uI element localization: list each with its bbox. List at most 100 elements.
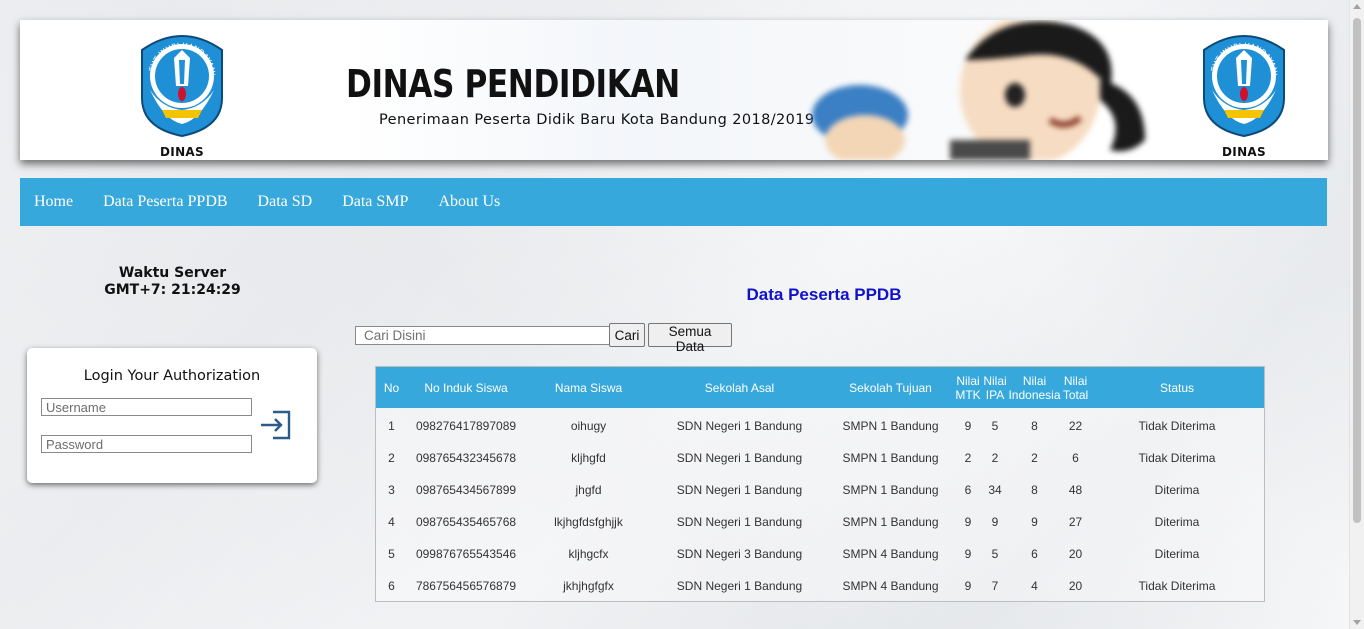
cell-tujuan: SMPN 1 Bandung	[842, 515, 939, 529]
cell-ipa: 34	[988, 483, 1002, 497]
col-header-nis[interactable]: No Induk Siswa	[407, 367, 525, 408]
cell-tujuan: SMPN 1 Bandung	[842, 483, 939, 497]
logo-right-caption: DINAS PENDIDIKAN	[1200, 145, 1287, 160]
sign-in-icon[interactable]	[259, 408, 293, 442]
cell-asal: SDN Negeri 1 Bandung	[676, 483, 803, 497]
page-title: Data Peserta PPDB	[746, 285, 902, 304]
cell-nis: 098765435465768	[415, 515, 517, 529]
tut-wuri-handayani-logo-icon: TUT WURI HANDAYANI	[1203, 35, 1285, 138]
col-header-status[interactable]: Status	[1090, 367, 1264, 408]
cell-no: 3	[388, 483, 395, 497]
col-header-ipa[interactable]: Nilai IPA	[982, 367, 1008, 408]
cell-asal: SDN Negeri 1 Bandung	[676, 419, 803, 433]
table-row: 5 099876765543546 kljhgcfx SDN Negeri 3 …	[376, 538, 1264, 570]
col-header-indonesia[interactable]: Nilai Indonesia	[1008, 367, 1061, 408]
cell-nama: oihugy	[570, 419, 607, 433]
cell-ipa: 2	[991, 451, 999, 465]
cell-mtk: 2	[964, 451, 972, 465]
cell-no: 6	[388, 579, 395, 593]
cell-no: 5	[388, 547, 395, 561]
cell-ipa: 5	[991, 419, 999, 433]
search-input[interactable]	[355, 326, 613, 345]
cell-total: 6	[1072, 451, 1079, 465]
logo-left: TUT WURI HANDAYANI DINAS PENDIDIKAN	[122, 28, 242, 160]
login-panel: Login Your Authorization	[27, 348, 317, 483]
cell-tujuan: SMPN 4 Bandung	[842, 547, 939, 561]
cell-status: Tidak Diterima	[1138, 579, 1216, 593]
col-header-total[interactable]: Nilai Total	[1061, 367, 1090, 408]
cell-status: Tidak Diterima	[1138, 451, 1216, 465]
cell-total: 27	[1068, 515, 1083, 529]
col-header-asal[interactable]: Sekolah Asal	[652, 367, 827, 408]
nav-home[interactable]: Home	[34, 193, 73, 211]
cell-mtk: 9	[964, 579, 972, 593]
cell-asal: SDN Negeri 1 Bandung	[676, 451, 803, 465]
banner-title: DINAS PENDIDIKAN	[346, 62, 680, 106]
cell-ipa: 5	[991, 547, 999, 561]
nav-data-smp[interactable]: Data SMP	[342, 193, 408, 211]
scroll-down-arrow-icon[interactable]	[1353, 620, 1361, 625]
cell-indonesia: 6	[1031, 547, 1038, 561]
logo-right: TUT WURI HANDAYANI DINAS PENDIDIKAN	[1184, 28, 1304, 160]
cell-ipa: 9	[991, 515, 999, 529]
cell-nama: lkjhgfdsfghjjk	[554, 515, 623, 529]
cell-nama: jhgfd	[575, 483, 602, 497]
show-all-button[interactable]: Semua Data	[648, 323, 732, 354]
cell-ipa: 7	[991, 579, 999, 593]
cell-tujuan: SMPN 1 Bandung	[842, 419, 939, 433]
cell-asal: SDN Negeri 1 Bandung	[676, 515, 803, 529]
search-button[interactable]: Cari	[609, 323, 645, 347]
cell-nama: kljhgfd	[571, 451, 606, 465]
cell-mtk: 6	[964, 483, 972, 497]
cell-tujuan: SMPN 1 Bandung	[842, 451, 939, 465]
cell-status: Tidak Diterima	[1138, 419, 1216, 433]
header-banner: TUT WURI HANDAYANI DINAS PENDIDIKAN DINA…	[20, 20, 1328, 160]
table-row: 6 786756456576879 jkhjhgfgfx SDN Negeri …	[376, 570, 1264, 602]
scroll-up-arrow-icon[interactable]	[1353, 4, 1361, 9]
cell-nis: 099876765543546	[415, 547, 517, 561]
cell-nis: 098765434567899	[415, 483, 517, 497]
username-field[interactable]	[41, 398, 252, 416]
cell-mtk: 9	[964, 419, 972, 433]
cell-indonesia: 4	[1031, 579, 1038, 593]
cell-status: Diterima	[1154, 483, 1200, 497]
children-cartoon-illustration-icon	[812, 20, 1145, 160]
table-header-row: No No Induk Siswa Nama Siswa Sekolah Asa…	[376, 367, 1264, 408]
cell-nama: kljhgcfx	[568, 547, 609, 561]
col-header-tujuan[interactable]: Sekolah Tujuan	[827, 367, 954, 408]
server-time: Waktu Server GMT+7: 21:24:29	[60, 265, 285, 299]
cell-status: Diterima	[1154, 547, 1200, 561]
cell-no: 2	[388, 451, 395, 465]
page-scrollbar[interactable]	[1349, 0, 1364, 629]
nav-data-peserta-ppdb[interactable]: Data Peserta PPDB	[103, 193, 227, 211]
data-table-container: No No Induk Siswa Nama Siswa Sekolah Asa…	[375, 366, 1265, 602]
col-header-mtk[interactable]: Nilai MTK	[954, 367, 982, 408]
table-row: 4 098765435465768 lkjhgfdsfghjjk SDN Neg…	[376, 506, 1264, 538]
cell-no: 1	[388, 419, 395, 433]
nav-data-sd[interactable]: Data SD	[258, 193, 313, 211]
cell-total: 20	[1068, 547, 1083, 561]
cell-no: 4	[388, 515, 395, 529]
cell-indonesia: 2	[1031, 451, 1038, 465]
cell-indonesia: 9	[1031, 515, 1038, 529]
table-row: 3 098765434567899 jhgfd SDN Negeri 1 Ban…	[376, 474, 1264, 506]
cell-asal: SDN Negeri 3 Bandung	[676, 547, 803, 561]
cell-total: 48	[1068, 483, 1083, 497]
col-header-no[interactable]: No	[376, 367, 407, 408]
cell-indonesia: 8	[1031, 419, 1038, 433]
cell-nama: jkhjhgfgfx	[563, 579, 614, 593]
server-time-value: GMT+7: 21:24:29	[104, 282, 241, 298]
cell-asal: SDN Negeri 1 Bandung	[676, 579, 803, 593]
cell-total: 20	[1068, 579, 1083, 593]
nav-about-us[interactable]: About Us	[438, 193, 500, 211]
col-header-nama[interactable]: Nama Siswa	[525, 367, 652, 408]
scrollbar-thumb[interactable]	[1353, 18, 1361, 523]
server-time-title: Waktu Server	[118, 265, 227, 281]
cell-nis: 098276417897089	[415, 419, 517, 433]
password-field[interactable]	[41, 435, 252, 453]
cell-tujuan: SMPN 4 Bandung	[842, 579, 939, 593]
cell-mtk: 9	[964, 547, 972, 561]
cell-nis: 786756456576879	[415, 579, 517, 593]
cell-total: 22	[1068, 419, 1083, 433]
data-table: No No Induk Siswa Nama Siswa Sekolah Asa…	[376, 367, 1264, 602]
